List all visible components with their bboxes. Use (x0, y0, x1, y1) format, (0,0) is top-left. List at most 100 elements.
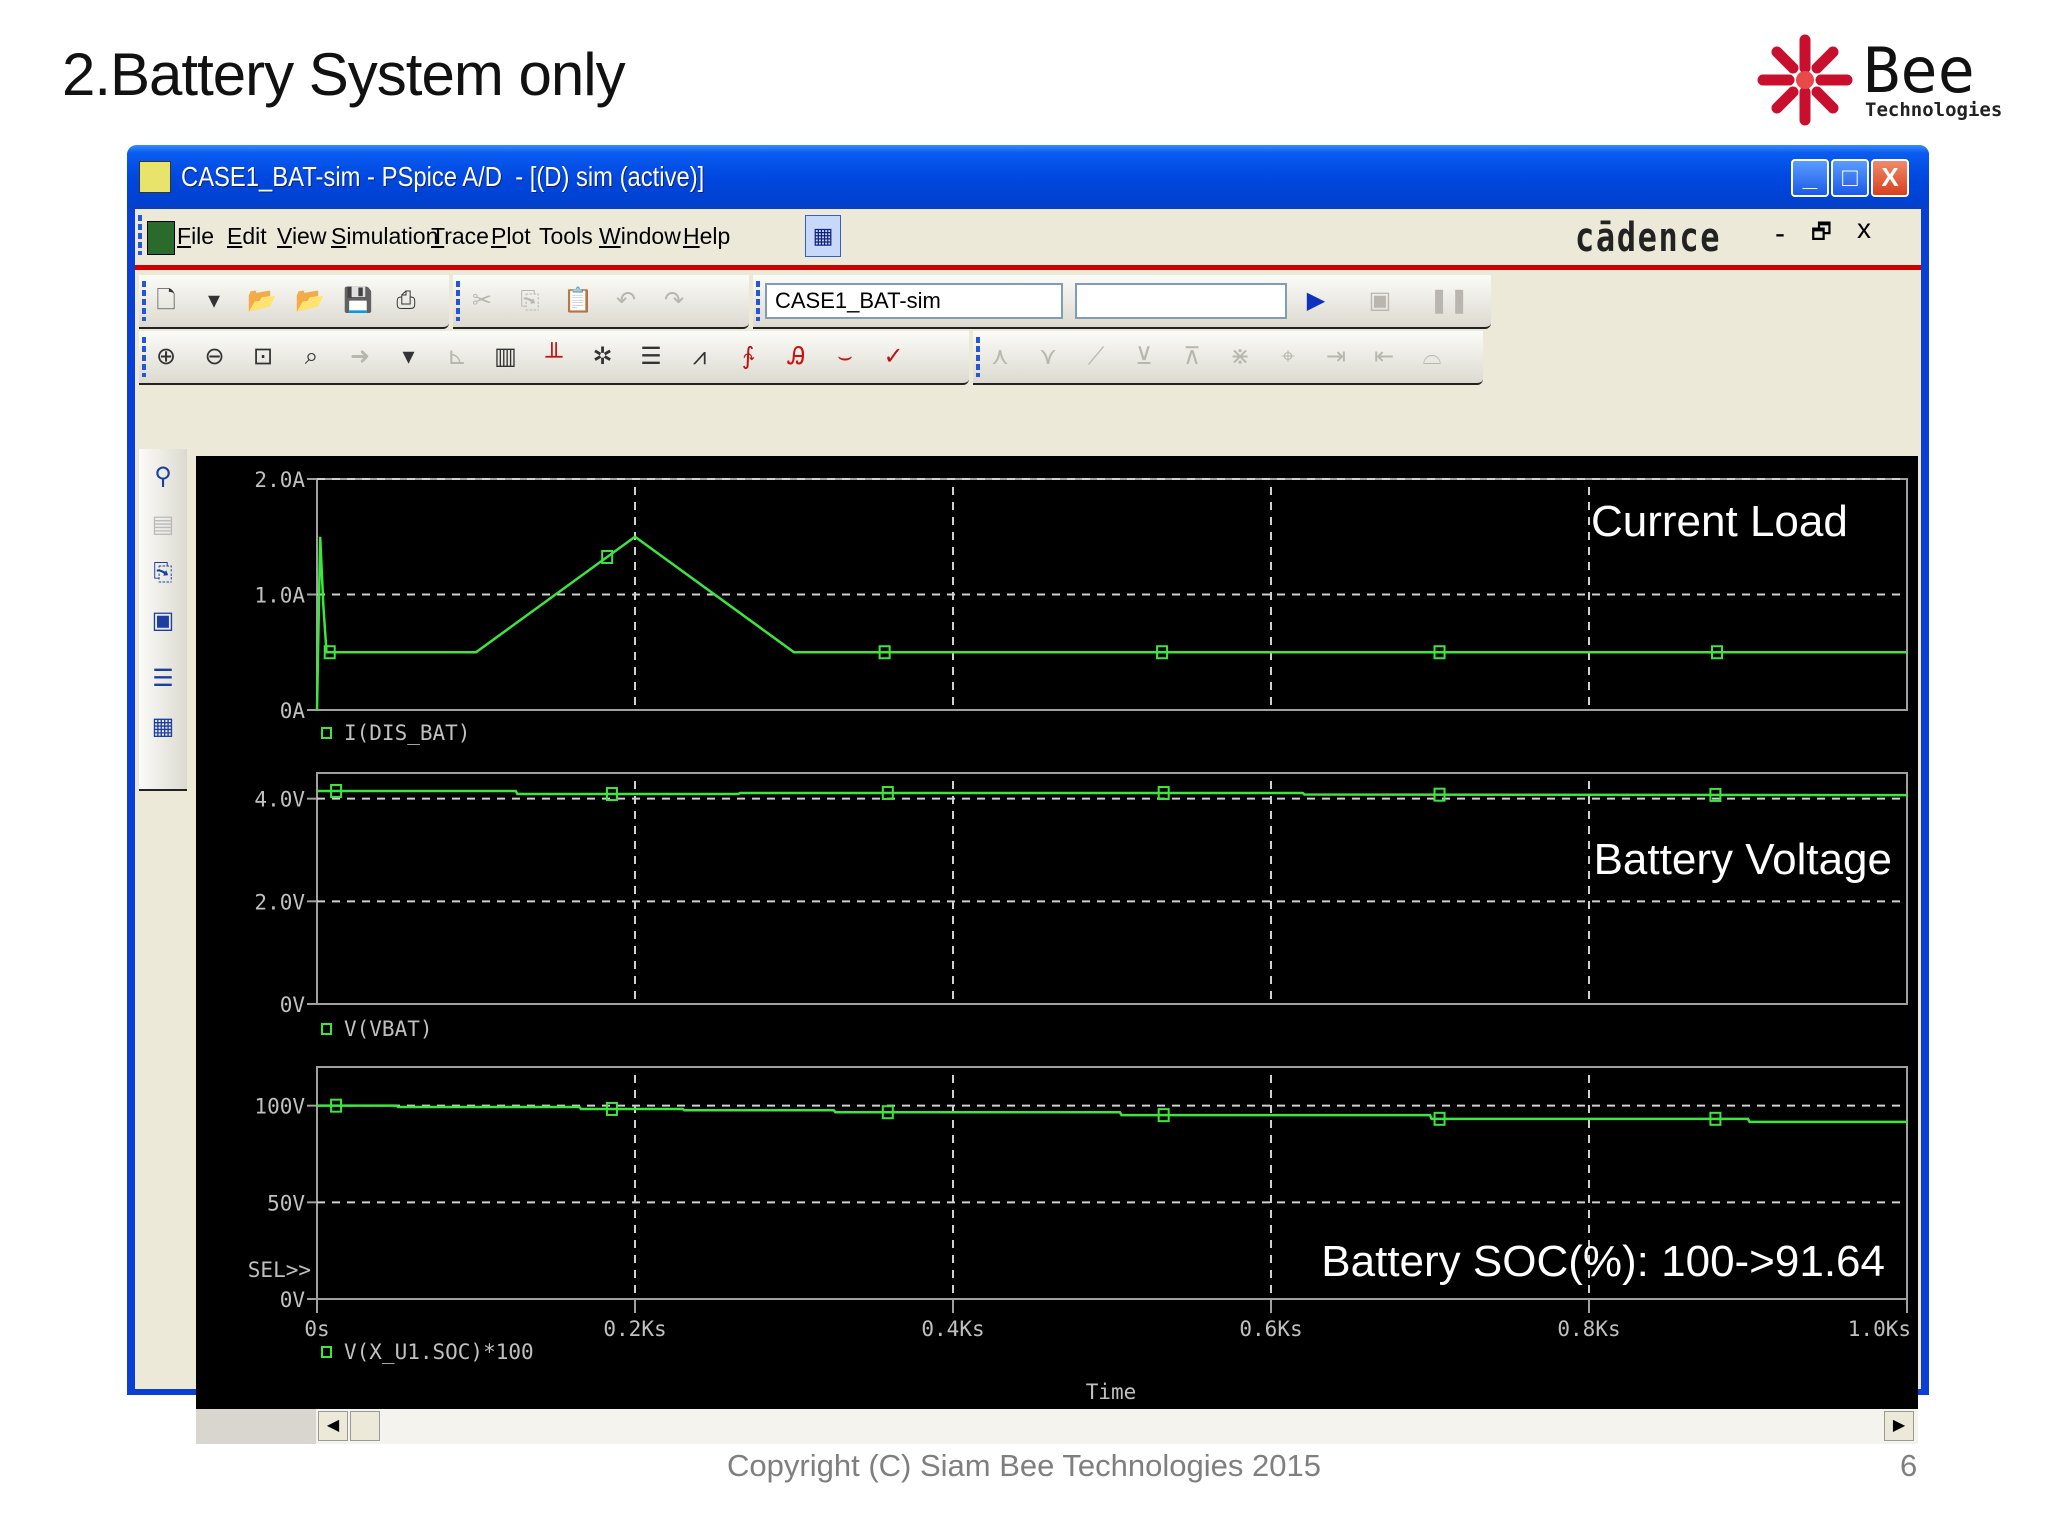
annotation: Battery SOC(%): 100->91.64 (1321, 1237, 1885, 1286)
arrow-icon[interactable]: ➜ (345, 342, 375, 372)
waveform-chart: 2.0A 1.0A 0A I(DIS_BAT) Current Load 4.0V 2.0V… (248, 468, 1911, 1404)
trace-line (317, 1104, 1907, 1124)
mdi-restore-button[interactable]: 🗗 (1811, 215, 1832, 253)
next-icon[interactable]: ⇥ (1321, 342, 1351, 372)
scroll-right-button[interactable]: ▶ (1884, 1411, 1914, 1441)
schematic-icon[interactable]: ▤ (147, 509, 179, 541)
slide-title: 2.Battery System only (62, 41, 626, 108)
open-folder-icon[interactable]: 📂 (295, 286, 325, 316)
menu-simulation[interactable]: Simulation (331, 223, 438, 250)
title-bar[interactable]: CASE1_BAT-sim - PSpice A/D - [(D) sim (a… (127, 145, 1929, 209)
close-button[interactable]: X (1871, 159, 1909, 197)
menu-tools[interactable]: Tools (539, 223, 593, 250)
new-icon[interactable]: 🗋 (151, 286, 181, 316)
copy-plot-icon[interactable]: ⎘ (147, 557, 179, 589)
table-icon[interactable]: ☰ (636, 342, 666, 372)
add-trace-icon[interactable]: ⩘ (685, 342, 715, 372)
zoom-area-icon[interactable]: ⊡ (248, 342, 278, 372)
open-icon[interactable]: 📂 (247, 286, 277, 316)
trough-icon[interactable]: ⋎ (1033, 342, 1063, 372)
menu-edit[interactable]: Edit (227, 223, 267, 250)
y-tick-label: 0A (280, 699, 306, 723)
run-icon[interactable]: ▶ (1301, 286, 1331, 316)
mark-icon[interactable]: ⌣ (830, 342, 860, 372)
axis-icon[interactable]: ⊾ (442, 342, 472, 372)
add-plot-icon[interactable]: ▥ (491, 342, 521, 372)
document-icon[interactable] (147, 221, 175, 255)
bee-logo-icon: Bee Technologies (1757, 34, 2002, 126)
label-icon[interactable]: Ꭿ (782, 342, 812, 372)
menu-plot[interactable]: Plot (491, 223, 531, 250)
menu-view[interactable]: View (277, 223, 326, 250)
layout-icon[interactable]: ▦ (147, 711, 179, 743)
output-file-icon[interactable]: ☰ (147, 663, 179, 695)
svg-text:Technologies: Technologies (1865, 99, 2002, 121)
y-tick-label: 0V (280, 993, 306, 1017)
search-icon[interactable]: ⌖ (1273, 342, 1303, 372)
max-icon[interactable]: ⊼ (1177, 342, 1207, 372)
section-combo[interactable] (1075, 283, 1287, 319)
pspice-app-icon[interactable] (139, 161, 171, 193)
pause-icon[interactable]: ❚❚ (1429, 286, 1469, 316)
copy-icon[interactable]: ⎘ (515, 286, 545, 316)
annotation: Battery Voltage (1594, 835, 1892, 884)
display-icon[interactable]: ▣ (147, 605, 179, 637)
scroll-thumb[interactable] (350, 1411, 380, 1441)
probe-plot-area[interactable]: 2.0A 1.0A 0A I(DIS_BAT) Current Load 4.0V 2.0V… (196, 456, 1918, 1409)
zoom-out-icon[interactable]: ⊖ (200, 342, 230, 372)
left-toolbar: ⚲ ▤ ⎘ ▣ ☰ ▦ (139, 449, 187, 791)
peak-icon[interactable]: ⋏ (985, 342, 1015, 372)
x-tick-label: 0.8Ks (1557, 1317, 1620, 1341)
window-title: CASE1_BAT-sim - PSpice A/D - [(D) sim (a… (181, 161, 705, 192)
paste-icon[interactable]: 📋 (563, 286, 593, 316)
dropdown-arrow-icon[interactable]: ▾ (199, 286, 229, 316)
trace-line (317, 789, 1908, 797)
scroll-left-button[interactable]: ◀ (318, 1411, 348, 1441)
horizontal-scrollbar[interactable]: ◀ ▶ (196, 1409, 1918, 1444)
prev-icon[interactable]: ⇤ (1369, 342, 1399, 372)
cursor-icon[interactable]: ✲ (588, 342, 618, 372)
minimize-button[interactable]: _ (1791, 159, 1829, 197)
y-tick-label: 1.0A (254, 584, 305, 608)
toolbar-plot: ⊕ ⊖ ⊡ ⌕ ➜ ▾ ⊾ ▥ ╨ ✲ ☰ ⩘ ∱ Ꭿ ⌣ ✓ (139, 331, 969, 385)
toolbar-edit: ✂ ⎘ 📋 ↶ ↷ (453, 275, 749, 329)
x-tick-label: 0.6Ks (1239, 1317, 1302, 1341)
mark-label-icon[interactable]: ⌓ (1417, 342, 1447, 372)
bee-technologies-logo: Bee Technologies (1755, 30, 2015, 130)
undo-icon[interactable]: ↶ (611, 286, 641, 316)
redo-icon[interactable]: ↷ (659, 286, 689, 316)
menu-trace[interactable]: Trace (431, 223, 489, 250)
fft-icon[interactable]: ╨ (539, 342, 569, 372)
cut-icon[interactable]: ✂ (467, 286, 497, 316)
toggle-cursor-icon[interactable]: ✓ (879, 342, 909, 372)
menu-grip[interactable] (138, 215, 142, 255)
zoom-in-icon[interactable]: ⊕ (151, 342, 181, 372)
menu-file[interactable]: File (177, 223, 214, 250)
view-output-icon[interactable]: ▣ (1365, 286, 1395, 316)
legend-marker (321, 727, 332, 739)
x-tick-label: 0.4Ks (921, 1317, 984, 1341)
mdi-close-button[interactable]: x (1857, 213, 1871, 245)
print-icon[interactable]: ⎙ (391, 286, 421, 316)
cadence-logo: cādence (1575, 215, 1722, 261)
zoom-fit-icon[interactable]: ⌕ (297, 342, 327, 372)
dropdown-arrow-icon[interactable]: ▾ (394, 342, 424, 372)
point-icon[interactable]: ⋇ (1225, 342, 1255, 372)
y-tick-label: 2.0A (254, 468, 305, 492)
slope-icon[interactable]: ⟋ (1081, 342, 1111, 372)
plot-window-icon[interactable]: ▦ (805, 215, 841, 257)
menu-window[interactable]: Window (599, 223, 681, 250)
maximize-button[interactable]: □ (1831, 159, 1869, 197)
simulation-profile-combo[interactable]: CASE1_BAT-sim (765, 283, 1063, 319)
mdi-minimize-button[interactable]: - (1775, 217, 1785, 251)
min-icon[interactable]: ⊻ (1129, 342, 1159, 372)
save-icon[interactable]: 💾 (343, 286, 373, 316)
copyright-footer: Copyright (C) Siam Bee Technologies 2015 (727, 1448, 1321, 1483)
trace-line (315, 535, 1907, 711)
eval-icon[interactable]: ∱ (733, 342, 763, 372)
menu-help[interactable]: Help (683, 223, 730, 250)
y-tick-label: 100V (254, 1095, 305, 1119)
legend-label: V(X_U1.SOC)*100 (344, 1340, 534, 1364)
probe-icon[interactable]: ⚲ (147, 461, 179, 493)
menu-bar: File Edit View Simulation Trace Plot Too… (135, 209, 1921, 265)
